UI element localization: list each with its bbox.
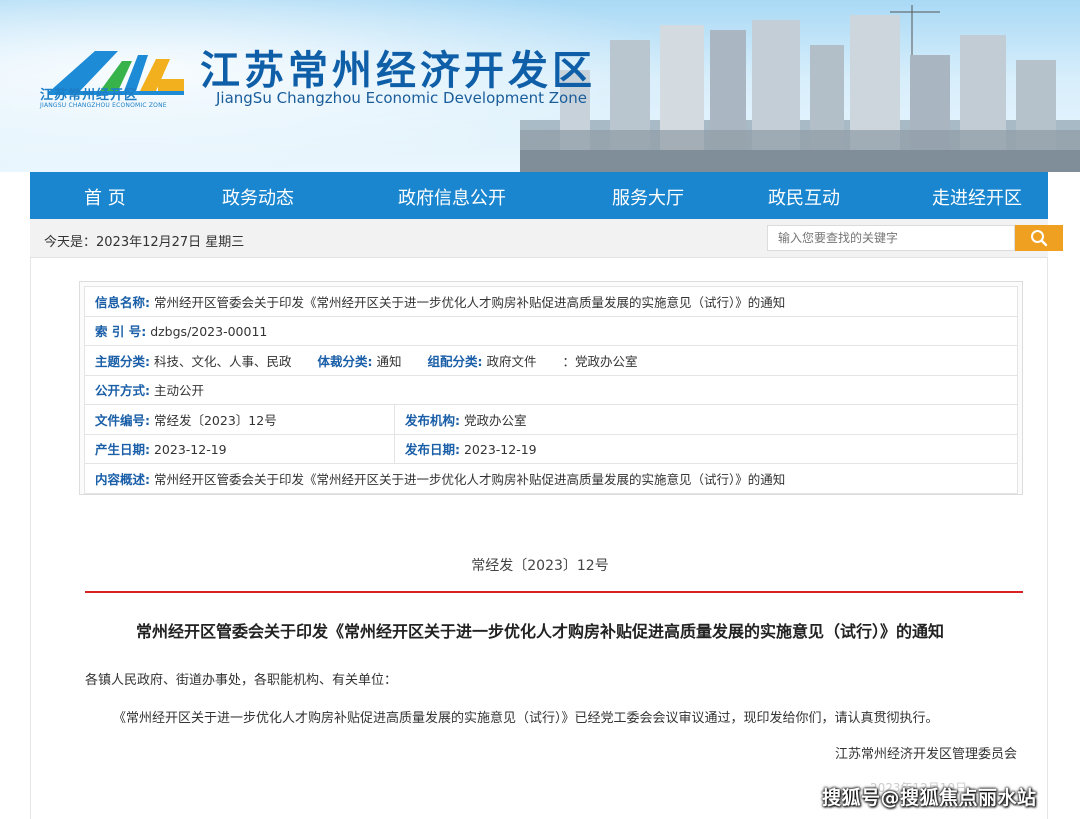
city-skyline-image — [520, 5, 1080, 172]
red-divider — [85, 591, 1023, 593]
info-row-open-method: 公开方式: 主动公开 — [84, 374, 1018, 405]
info-org-label: 组配分类: — [427, 353, 483, 369]
document-number: 常经发〔2023〕12号 — [471, 558, 609, 574]
info-genre-value: 通知 — [376, 353, 402, 369]
document-salutation: 各镇人民政府、街道办事处，各职能机构、有关单位： — [85, 673, 398, 688]
info-created-value: 2023-12-19 — [153, 442, 227, 458]
info-summary-label: 内容概述: — [95, 471, 150, 487]
info-index-label: 索 引 号: — [95, 324, 147, 340]
info-topic-value: 科技、文化、人事、民政 — [153, 353, 292, 369]
info-docno-label: 文件编号: — [95, 412, 150, 428]
info-name-value: 常州经开区管委会关于印发《常州经开区关于进一步优化人才购房补贴促进高质量发展的实… — [153, 294, 786, 310]
nav-item-home[interactable]: 首 页 — [84, 184, 126, 210]
info-org-value: 政府文件 — [486, 353, 537, 369]
source-watermark: 搜狐号@搜狐焦点丽水站 — [822, 787, 1037, 809]
info-created-label: 产生日期: — [95, 442, 150, 458]
search-button[interactable] — [1015, 225, 1063, 251]
info-row-summary: 内容概述: 常州经开区管委会关于印发《常州经开区关于进一步优化人才购房补贴促进高… — [84, 463, 1018, 494]
document-body: 《常州经开区关于进一步优化人才购房补贴促进高质量发展的实施意见（试行）》已经党工… — [113, 711, 939, 726]
info-org-value-2: ：党政办公室 — [562, 353, 638, 369]
info-open-value: 主动公开 — [153, 383, 204, 399]
date-search-bar: 今天是：2023年12月27日 星期三 — [30, 219, 1063, 258]
search-icon — [1031, 230, 1048, 247]
info-summary-value: 常州经开区管委会关于印发《常州经开区关于进一步优化人才购房补贴促进高质量发展的实… — [153, 471, 786, 487]
header-banner: 江苏常州经开区 JIANGSU CHANGZHOU ECONOMIC ZONE … — [0, 0, 1080, 172]
nav-item-info-disclosure[interactable]: 政府信息公开 — [398, 184, 506, 210]
info-row-index: 索 引 号: dzbgs/2023-00011 — [84, 315, 1018, 346]
nav-item-about-zone[interactable]: 走进经开区 — [932, 184, 1022, 210]
info-published-label: 发布日期: — [405, 442, 460, 458]
nav-item-service-hall[interactable]: 服务大厅 — [612, 184, 684, 210]
nav-item-news[interactable]: 政务动态 — [222, 184, 294, 210]
info-index-value: dzbgs/2023-00011 — [150, 324, 268, 340]
site-title-english: JiangSu Changzhou Economic Development Z… — [216, 89, 587, 107]
info-metadata-table: 信息名称: 常州经开区管委会关于印发《常州经开区关于进一步优化人才购房补贴促进高… — [84, 286, 1018, 494]
info-topic-label: 主题分类: — [95, 353, 150, 369]
info-name-label: 信息名称: — [95, 294, 150, 310]
main-nav: 首 页 政务动态 政府信息公开 服务大厅 政民互动 走进经开区 — [30, 172, 1048, 219]
info-published-value: 2023-12-19 — [463, 442, 537, 458]
document-signature: 江苏常州经济开发区管理委员会 — [835, 747, 1018, 762]
document-title: 常州经开区管委会关于印发《常州经开区关于进一步优化人才购房补贴促进高质量发展的实… — [135, 622, 944, 641]
info-genre-label: 体裁分类: — [317, 353, 373, 369]
logo-english-text: JIANGSU CHANGZHOU ECONOMIC ZONE — [40, 102, 167, 109]
logo-chinese-text: 江苏常州经开区 — [40, 88, 139, 103]
info-publisher-value: 党政办公室 — [463, 412, 527, 428]
info-row-dates: 产生日期: 2023-12-19 发布日期: 2023-12-19 — [84, 433, 1018, 464]
search-input[interactable] — [767, 225, 1015, 251]
nav-item-interaction[interactable]: 政民互动 — [768, 184, 840, 210]
info-publisher-label: 发布机构: — [405, 412, 460, 428]
info-open-label: 公开方式: — [95, 383, 150, 399]
main-content: 信息名称: 常州经开区管委会关于印发《常州经开区关于进一步优化人才购房补贴促进高… — [30, 257, 1048, 819]
info-row-docno-publisher: 文件编号: 常经发〔2023〕12号 发布机构: 党政办公室 — [84, 404, 1018, 435]
info-docno-value: 常经发〔2023〕12号 — [153, 412, 277, 428]
today-date: 今天是：2023年12月27日 星期三 — [44, 235, 245, 250]
info-metadata-box: 信息名称: 常州经开区管委会关于印发《常州经开区关于进一步优化人才购房补贴促进高… — [79, 281, 1023, 495]
site-title: 江苏常州经济开发区 — [200, 47, 596, 94]
info-row-name: 信息名称: 常州经开区管委会关于印发《常州经开区关于进一步优化人才购房补贴促进高… — [84, 286, 1018, 317]
info-row-classification: 主题分类: 科技、文化、人事、民政 体裁分类: 通知 组配分类: 政府文件 ：党… — [84, 345, 1018, 376]
